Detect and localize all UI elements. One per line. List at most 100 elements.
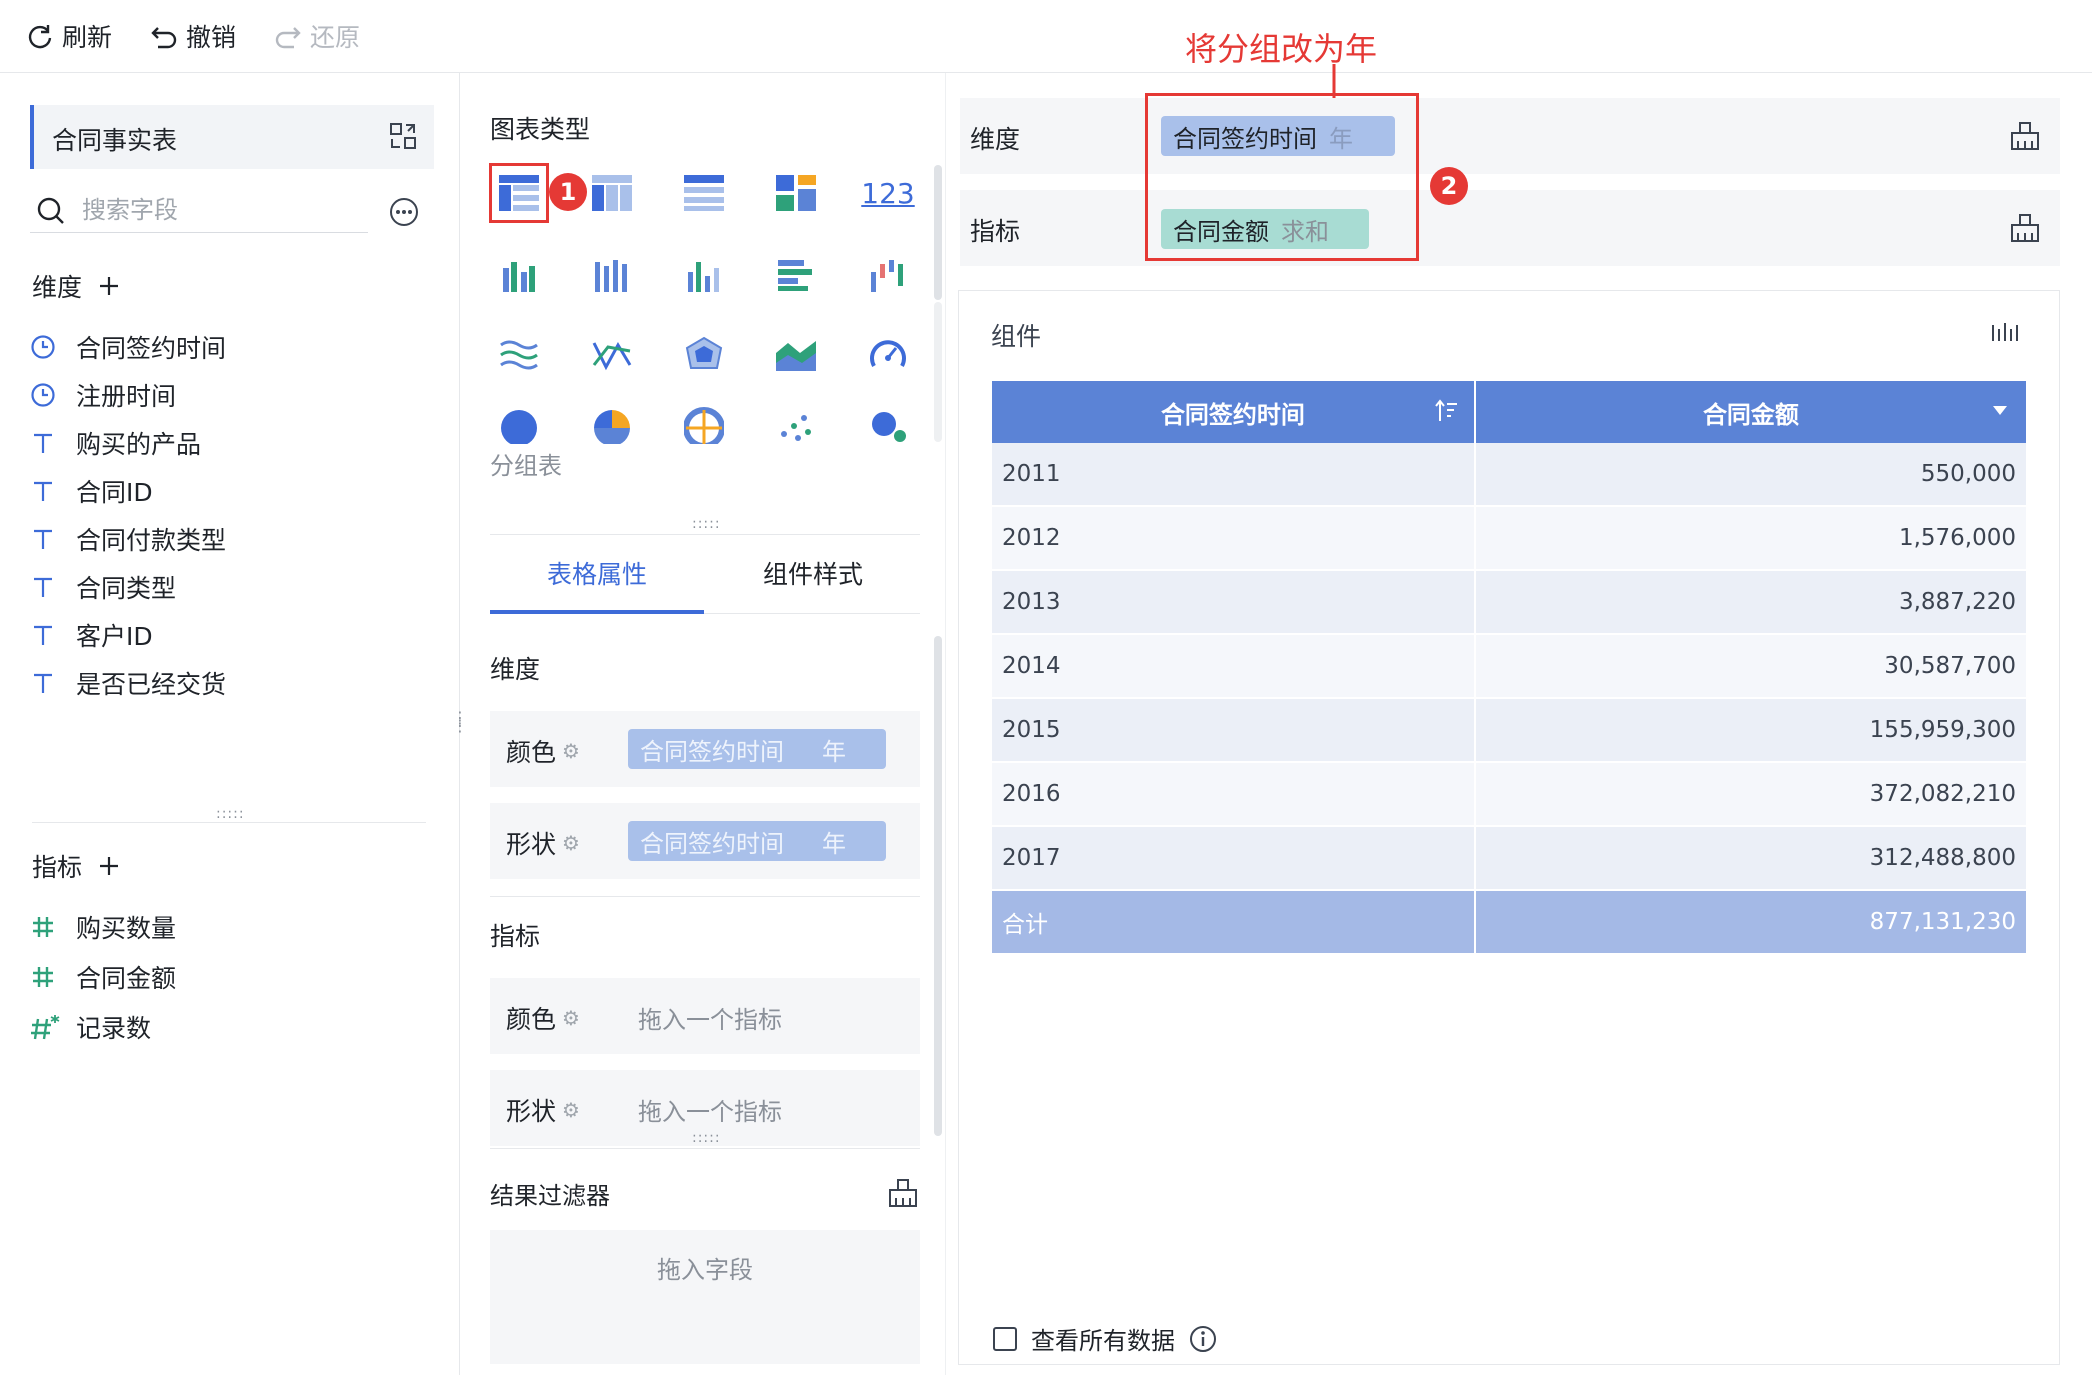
chip-agg: 年 <box>822 829 846 858</box>
total-amount: 877,131,230 <box>1474 890 2029 955</box>
property-resize-handle[interactable]: ::::: <box>692 1130 721 1146</box>
table-header-row: 合同签约时间 合同金额 <box>992 381 2029 443</box>
dimension-field-item[interactable]: 合同付款类型 <box>30 519 226 559</box>
middle-divider <box>490 534 920 535</box>
bar-chart-icon[interactable] <box>676 247 732 303</box>
table-cell-amount: 30,587,700 <box>1474 634 2029 699</box>
chart-settings-icon[interactable] <box>1991 321 2021 345</box>
metric-shape-drop-zone[interactable]: 拖入一个指标 <box>638 1092 782 1127</box>
dimension-color-field-chip[interactable]: 合同签约时间 年 <box>628 729 886 769</box>
data-table: 合同签约时间 合同金额 2011 550,000 2012 1,576,000 2013… <box>992 381 2029 955</box>
metric-field-item[interactable]: 合同金额 <box>30 957 176 997</box>
dimension-field-item[interactable]: 合同ID <box>30 471 153 511</box>
table-row: 2017 312,488,800 <box>992 826 2029 891</box>
table-row: 2015 155,959,300 <box>992 698 2029 763</box>
metric-field-item[interactable]: 记录数 <box>30 1007 151 1047</box>
dimension-shelf[interactable]: 维度 <box>960 98 1990 174</box>
number-chart-icon[interactable]: 123 <box>860 165 916 221</box>
donut-chart-icon[interactable] <box>584 402 640 446</box>
toolbar-divider <box>0 72 2092 73</box>
chip-field-name: 合同签约时间 <box>640 737 784 766</box>
view-all-data-toggle[interactable]: 查看所有数据 <box>993 1321 1217 1356</box>
chart-type-title: 图表类型 <box>490 115 591 144</box>
section-divider <box>32 822 426 823</box>
metric-color-row: 颜色 ⚙ 拖入一个指标 <box>490 978 920 1054</box>
view-all-checkbox[interactable] <box>993 1326 1017 1351</box>
add-metric-icon[interactable] <box>98 855 120 877</box>
metric-shape-label: 形状 ⚙ <box>506 1092 580 1128</box>
area-chart-icon[interactable] <box>768 326 824 382</box>
gear-icon[interactable]: ⚙ <box>562 739 580 763</box>
dropdown-caret-icon[interactable] <box>1992 405 2008 417</box>
cross-table-chart-icon[interactable] <box>584 165 640 221</box>
gear-icon[interactable]: ⚙ <box>562 831 580 855</box>
rose-chart-icon[interactable] <box>676 402 732 446</box>
waterfall-chart-icon[interactable] <box>860 247 916 303</box>
table-cell-year: 2013 <box>992 570 1476 635</box>
metric-color-label: 颜色 ⚙ <box>506 1000 580 1036</box>
broom-icon <box>2011 122 2039 150</box>
column-header-amount[interactable]: 合同金额 <box>1474 381 2029 443</box>
field-search <box>30 188 368 233</box>
dimension-shape-field-chip[interactable]: 合同签约时间 年 <box>628 821 886 861</box>
table-cell-year: 2015 <box>992 698 1476 763</box>
undo-button[interactable]: 撤销 <box>150 16 236 56</box>
info-icon[interactable] <box>1189 1325 1217 1353</box>
dimension-shelf-clear[interactable] <box>1990 98 2060 174</box>
refresh-button[interactable]: 刷新 <box>26 16 112 56</box>
switch-dataset-icon[interactable] <box>388 121 418 151</box>
panel-resize-handle[interactable]: ⋮ ⋮ <box>452 710 468 734</box>
scatter-chart-icon[interactable] <box>768 402 824 446</box>
kpi-card-chart-icon[interactable] <box>768 165 824 221</box>
metric-color-drop-zone[interactable]: 拖入一个指标 <box>638 1000 782 1035</box>
chart-type-scrollbar[interactable] <box>934 165 942 300</box>
dimension-field-item[interactable]: 合同签约时间 <box>30 327 226 367</box>
component-title: 组件 <box>991 322 1042 351</box>
table-cell-year: 2012 <box>992 506 1476 571</box>
detail-table-chart-icon[interactable] <box>676 165 732 221</box>
dataset-selector[interactable]: 合同事实表 <box>30 105 434 169</box>
bubble-chart-icon[interactable] <box>860 402 916 446</box>
tab-component-style[interactable]: 组件样式 <box>706 555 920 615</box>
redo-button[interactable]: 还原 <box>274 16 360 56</box>
stacked-bar-chart-icon[interactable] <box>584 247 640 303</box>
tab-table-properties[interactable]: 表格属性 <box>490 555 704 615</box>
radar-chart-icon[interactable] <box>676 326 732 382</box>
more-options-icon[interactable] <box>388 196 420 228</box>
search-input[interactable] <box>80 190 364 230</box>
table-cell-amount: 372,082,210 <box>1474 762 2029 827</box>
gauge-chart-icon[interactable] <box>860 326 916 382</box>
column-header-sign-date[interactable]: 合同签约时间 <box>992 381 1476 443</box>
metric-shelf-clear[interactable] <box>1990 190 2060 266</box>
refresh-label: 刷新 <box>62 23 113 52</box>
property-scrollbar[interactable] <box>934 636 942 1136</box>
filter-broom-icon[interactable] <box>888 1178 918 1208</box>
resize-handle[interactable]: ::::: <box>216 806 245 822</box>
table-row: 2013 3,887,220 <box>992 570 2029 635</box>
grouped-bar-chart-icon[interactable] <box>491 247 547 303</box>
horizontal-bar-chart-icon[interactable] <box>768 247 824 303</box>
add-dimension-icon[interactable] <box>98 275 120 297</box>
sort-icon[interactable] <box>1434 399 1458 423</box>
annotation-text: 将分组改为年 <box>1185 30 1378 68</box>
dimension-field-item[interactable]: 注册时间 <box>30 375 176 415</box>
metric-field-item[interactable]: 购买数量 <box>30 907 176 947</box>
hash-star-icon <box>30 1013 76 1041</box>
middle-resize-handle[interactable]: ::::: <box>692 516 721 532</box>
gear-icon[interactable]: ⚙ <box>562 1098 580 1122</box>
chart-type-tooltip: 分组表 <box>490 452 562 480</box>
metric-shelf[interactable]: 指标 <box>960 190 1990 266</box>
shape-label-text: 形状 <box>506 1097 557 1126</box>
gear-icon[interactable]: ⚙ <box>562 1006 580 1030</box>
column-header-label: 合同签约时间 <box>1160 400 1305 429</box>
polyline-chart-icon[interactable] <box>584 326 640 382</box>
property-divider <box>490 896 920 897</box>
line-chart-icon[interactable] <box>491 326 547 382</box>
dimension-field-item[interactable]: 客户ID <box>30 615 153 655</box>
dimension-field-item[interactable]: 购买的产品 <box>30 423 201 463</box>
property-divider-2 <box>490 1148 920 1149</box>
dimension-field-item[interactable]: 合同类型 <box>30 567 176 607</box>
dimension-field-item[interactable]: 是否已经交货 <box>30 663 226 703</box>
pie-chart-icon[interactable] <box>491 402 547 446</box>
filter-drop-zone[interactable]: 拖入字段 <box>490 1230 920 1364</box>
